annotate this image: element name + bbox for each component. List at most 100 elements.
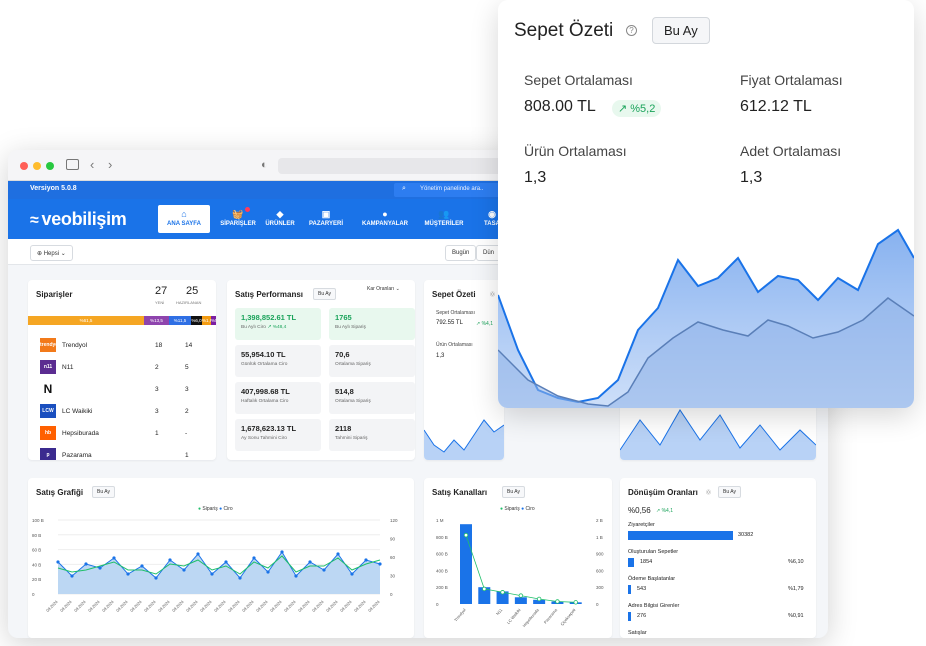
store-name: Hepsiburada (62, 430, 99, 437)
revenue-point[interactable] (336, 552, 340, 556)
x-tick: 09.2024 (87, 599, 101, 613)
revenue-point[interactable] (364, 558, 368, 562)
revenue-point[interactable] (210, 572, 214, 576)
search-icon: ⌕ (402, 185, 406, 192)
revenue-point[interactable] (126, 572, 130, 576)
store-row[interactable]: LCW LC Waikiki 3 2 (40, 404, 210, 420)
channels-period-chip[interactable]: Bu Ay (502, 486, 525, 498)
sales-chart-title: Satış Grafiği (36, 488, 84, 497)
revenue-point[interactable] (378, 562, 382, 566)
basket-mini-chart (424, 419, 504, 460)
revenue-point[interactable] (266, 570, 270, 574)
tile-value: 70,6 (335, 350, 350, 359)
store-logo: hb (40, 426, 56, 440)
y-tick-right: 0 (596, 602, 599, 607)
revenue-point[interactable] (56, 560, 60, 564)
sales-chart-period-chip[interactable]: Bu Ay (92, 486, 115, 498)
performance-tile: 514,8 Ortalama Sipariş (329, 382, 415, 414)
order-point[interactable] (518, 593, 524, 598)
tile-label-text: Haftalık Ortalama Ciro (241, 399, 289, 404)
revenue-point[interactable] (140, 564, 144, 568)
revenue-point[interactable] (294, 574, 298, 578)
revenue-point[interactable] (252, 556, 256, 560)
revenue-point[interactable] (182, 568, 186, 572)
revenue-point[interactable] (350, 572, 354, 576)
revenue-point[interactable] (98, 566, 102, 570)
order-point[interactable] (536, 596, 542, 602)
store-row[interactable]: N 3 3 (40, 382, 210, 398)
help-icon[interactable]: ? (626, 25, 637, 36)
store-new-count: 18 (155, 342, 163, 349)
store-logo: N (40, 382, 56, 396)
popup-period-button[interactable]: Bu Ay (652, 17, 710, 44)
price-avg-value: 612.12 TL (740, 98, 812, 115)
nav-home[interactable]: ⌂ ANA SAYFA (158, 205, 210, 233)
help-icon[interactable]: ⓪ (706, 489, 711, 496)
tile-label: Tahmini Sipariş (335, 436, 409, 441)
address-bar[interactable] (278, 158, 518, 174)
store-logo: p (40, 448, 56, 460)
help-icon[interactable]: ⓪ (490, 291, 495, 298)
revenue-point[interactable] (308, 560, 312, 564)
admin-search-input[interactable]: ⌕ Yönetim panelinde ara.. (394, 183, 514, 197)
store-logo: LCW (40, 404, 56, 418)
nav-marketplace[interactable]: ▣ PAZARYERİ (300, 205, 352, 233)
order-point[interactable] (555, 599, 560, 604)
order-point[interactable] (463, 532, 469, 538)
sidebar-toggle-icon[interactable] (66, 159, 79, 170)
x-tick: 09.2024 (213, 599, 227, 613)
order-point[interactable] (573, 600, 578, 605)
conversion-change-text: %4,1 (661, 508, 673, 514)
channel-label: LC Waikiki (506, 607, 522, 625)
back-arrow-icon[interactable]: ‹ (90, 157, 94, 172)
revenue-point[interactable] (196, 552, 200, 556)
nav-customers[interactable]: 👥 MÜŞTERİLER (418, 205, 470, 233)
revenue-point[interactable] (112, 556, 116, 560)
revenue-point[interactable] (168, 558, 172, 562)
tile-value: 2118 (335, 424, 352, 433)
store-row[interactable]: p Pazarama 1 (40, 448, 210, 460)
close-window-button[interactable] (20, 162, 28, 170)
conversion-period-chip[interactable]: Bu Ay (718, 486, 741, 498)
funnel-pct: %0,91 (788, 613, 804, 619)
today-button[interactable]: Bugün (445, 245, 477, 261)
performance-period-chip[interactable]: Bu Ay (313, 288, 336, 300)
store-row[interactable]: trendyol Trendyol 18 14 (40, 338, 210, 354)
maximize-window-button[interactable] (46, 162, 54, 170)
profit-rates-dropdown[interactable]: Kar Oranları ⌄ (367, 286, 400, 292)
store-logo: trendyol (40, 338, 60, 352)
store-row[interactable]: n11 N11 2 5 (40, 360, 210, 376)
order-point[interactable] (482, 586, 487, 592)
nav-label: MÜŞTERİLER (424, 221, 464, 227)
y-tick-right: 1 B (596, 535, 603, 540)
minimize-window-button[interactable] (33, 162, 41, 170)
revenue-point[interactable] (224, 560, 228, 564)
tile-label: Ortalama Sipariş (335, 362, 409, 367)
y-tick-left: 0 (436, 602, 439, 607)
x-tick: 09.2024 (283, 599, 297, 613)
nav-products[interactable]: ◆ ÜRÜNLER (254, 205, 306, 233)
legend-revenue: Ciro (223, 506, 233, 512)
nav-campaigns[interactable]: ● KAMPANYALAR (356, 205, 414, 233)
tile-label-text: Ortalama Sipariş (335, 399, 371, 404)
revenue-point[interactable] (280, 550, 284, 554)
brand-logo[interactable]: ≈ veobilişim (30, 209, 127, 230)
channel-label: Çiçeksepeti (559, 607, 576, 626)
revenue-point[interactable] (84, 562, 88, 566)
y-tick-right: 2 B (596, 518, 603, 523)
prep-orders-label: HAZIRLANAN (176, 300, 202, 305)
y-tick-left: 20 B (32, 577, 41, 582)
revenue-point[interactable] (322, 568, 326, 572)
forward-arrow-icon[interactable]: › (108, 157, 112, 172)
revenue-point[interactable] (154, 576, 158, 580)
revenue-point[interactable] (70, 574, 74, 578)
channel-bar[interactable] (514, 597, 527, 604)
funnel-bar (628, 531, 733, 540)
order-point[interactable] (500, 590, 505, 595)
y-tick-right: 30 (390, 574, 396, 579)
revenue-point[interactable] (238, 576, 242, 580)
x-tick: 09.2024 (101, 599, 115, 613)
store-row[interactable]: hb Hepsiburada 1 - (40, 426, 210, 442)
scope-select[interactable]: ⊕ Hepsi ⌄ (30, 245, 73, 261)
legend-order: Sipariş (202, 506, 218, 512)
